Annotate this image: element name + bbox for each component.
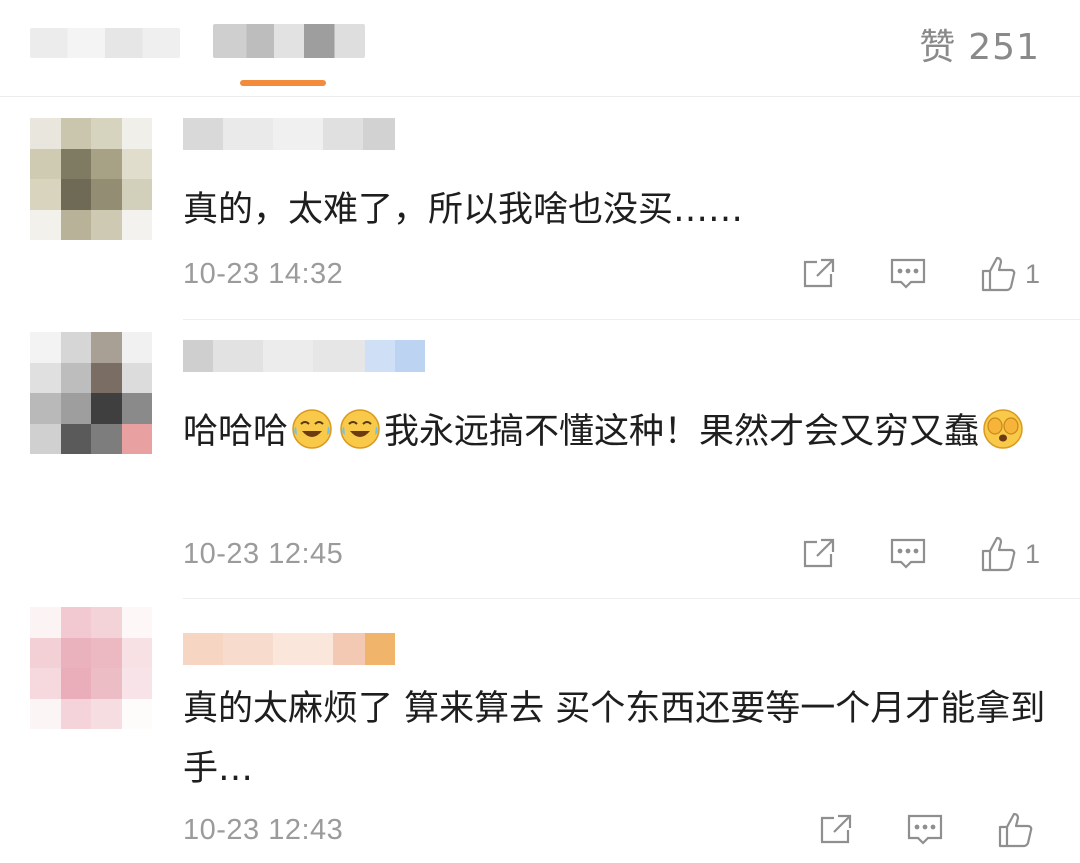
comment-actions: 1 [749, 534, 1040, 574]
username-blurred[interactable] [183, 340, 425, 372]
share-icon [820, 814, 852, 844]
reply-button[interactable] [906, 812, 944, 848]
avatar[interactable] [30, 332, 152, 454]
username-blurred[interactable] [183, 633, 395, 665]
comment-icon [890, 538, 926, 569]
comment-text-part2: 我永远搞不懂这种！果然才会又穷又蠢 [384, 412, 980, 452]
username-blurred[interactable] [183, 118, 395, 150]
reply-button[interactable] [889, 256, 927, 292]
top-bar: 赞 251 [0, 0, 1080, 97]
laugh-cry-emoji [292, 409, 332, 449]
comment-actions: 1 [749, 254, 1040, 294]
comment-time: 10-23 14:32 [183, 258, 344, 290]
comment-text-part1: 哈哈哈 [183, 412, 289, 452]
share-icon [803, 258, 835, 288]
reply-button[interactable] [889, 536, 927, 572]
comment-item: 真的太麻烦了 算来算去 买个东西还要等一个月才能拿到手… 10-23 12:43 [0, 599, 1080, 863]
comment-item: 真的，太难了，所以我啥也没买…… 10-23 14:32 1 [0, 96, 1080, 320]
comment-text: 哈哈哈 我永远搞不懂这种！果然才会又穷又蠢 [183, 402, 1053, 462]
share-icon [803, 538, 835, 568]
like-summary: 赞 251 [919, 18, 1040, 70]
comment-item: 哈哈哈 我永远搞不懂这种！果然才会又穷又蠢 10-23 12:45 1 [0, 320, 1080, 599]
blurred-tab-active[interactable] [213, 24, 365, 58]
comment-icon [890, 258, 926, 289]
cover-face-emoji [983, 409, 1023, 449]
comment-time: 10-23 12:45 [183, 538, 344, 570]
comment-text: 真的太麻烦了 算来算去 买个东西还要等一个月才能拿到手… [183, 689, 1046, 789]
like-summary-count: 251 [968, 27, 1040, 68]
active-tab-indicator [240, 80, 326, 86]
avatar[interactable] [30, 118, 152, 240]
avatar[interactable] [30, 607, 152, 729]
like-count: 1 [1024, 538, 1040, 569]
share-button[interactable] [818, 812, 854, 848]
thumbs-up-icon [998, 812, 1033, 848]
like-button[interactable]: 1 [979, 534, 1040, 574]
thumbs-up-icon [981, 536, 1016, 572]
blurred-tab-left[interactable] [30, 28, 180, 58]
like-button[interactable]: 1 [979, 254, 1040, 294]
comment-text: 真的，太难了，所以我啥也没买…… [183, 190, 744, 230]
like-count: 1 [1024, 258, 1040, 289]
like-summary-label: 赞 [919, 27, 957, 68]
like-button[interactable] [996, 810, 1042, 850]
laugh-cry-emoji [340, 409, 380, 449]
comment-actions [766, 810, 1042, 850]
share-button[interactable] [801, 536, 837, 572]
share-button[interactable] [801, 256, 837, 292]
comment-icon [907, 814, 943, 845]
thumbs-up-icon [981, 256, 1016, 292]
comment-time: 10-23 12:43 [183, 814, 344, 846]
